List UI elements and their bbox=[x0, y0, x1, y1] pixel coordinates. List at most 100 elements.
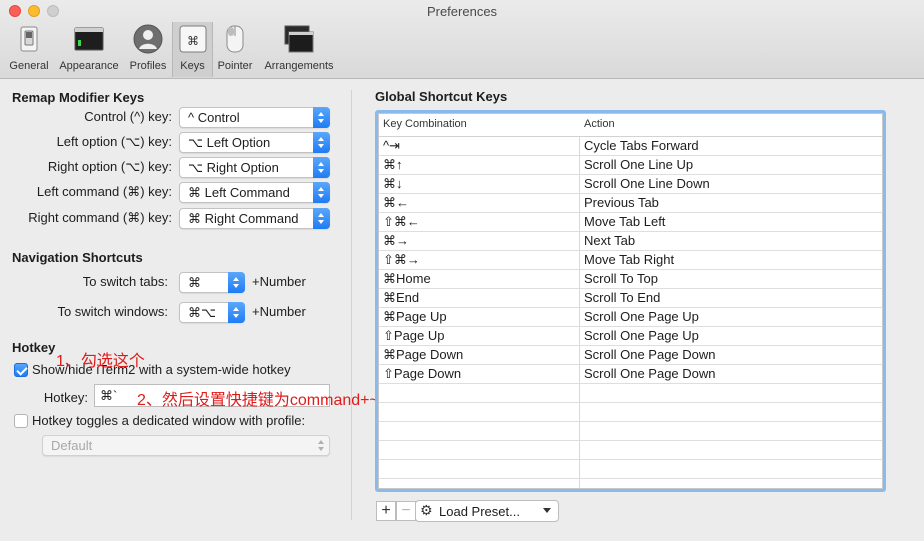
global-shortcuts-table[interactable]: Key Combination Action ^⇥ Cycle Tabs Forw… bbox=[375, 110, 886, 492]
key-combination-cell: ⌘← bbox=[383, 195, 409, 210]
table-row[interactable]: ⌘← Previous Tab bbox=[379, 194, 882, 213]
remap-section-title: Remap Modifier Keys bbox=[12, 90, 145, 105]
table-row[interactable]: ⌘Page Down Scroll One Page Down bbox=[379, 346, 882, 365]
table-row[interactable]: ⌘Page Up Scroll One Page Up bbox=[379, 308, 882, 327]
hotkey-input-value: ⌘` bbox=[100, 388, 118, 403]
table-row[interactable]: ⌘↑ Scroll One Line Up bbox=[379, 156, 882, 175]
switch-windows-label: To switch windows: bbox=[57, 304, 168, 319]
left-option-value: ⌥ Left Option bbox=[188, 135, 271, 150]
annotation-step-1: 1、勾选这个 bbox=[56, 353, 145, 370]
toolbar-appearance-label: Appearance bbox=[59, 60, 119, 72]
key-combination-cell: ⌘→ bbox=[383, 233, 409, 248]
column-header-action[interactable]: Action bbox=[584, 118, 615, 130]
dedicated-window-label: Hotkey toggles a dedicated window with p… bbox=[32, 413, 306, 428]
window-title: Preferences bbox=[426, 4, 498, 19]
left-command-popup[interactable]: ⌘ Left Command bbox=[179, 182, 330, 203]
toolbar-arrangements-label: Arrangements bbox=[264, 60, 334, 72]
table-row[interactable]: ⌘↓ Scroll One Line Down bbox=[379, 175, 882, 194]
key-combination-cell: ⇧⌘→ bbox=[383, 252, 420, 267]
switch-icon bbox=[20, 26, 38, 52]
table-row[interactable]: ⇧Page Down Scroll One Page Down bbox=[379, 365, 882, 384]
panel-divider bbox=[351, 90, 352, 520]
switch-tabs-popup[interactable]: ⌘ bbox=[179, 272, 245, 293]
profile-popup-value: Default bbox=[51, 438, 93, 453]
right-command-label: Right command (⌘) key: bbox=[28, 210, 172, 225]
table-row[interactable]: ⇧⌘→ Move Tab Right bbox=[379, 251, 882, 270]
switch-windows-popup[interactable]: ⌘⌥ bbox=[179, 302, 245, 323]
gear-icon: ⚙ bbox=[420, 502, 433, 518]
table-row[interactable]: ⇧⌘← Move Tab Left bbox=[379, 213, 882, 232]
windows-icon bbox=[284, 25, 314, 53]
switch-windows-value: ⌘⌥ bbox=[188, 305, 216, 320]
right-command-popup[interactable]: ⌘ Right Command bbox=[179, 208, 330, 229]
table-row[interactable] bbox=[379, 441, 882, 460]
switch-tabs-suffix: +Number bbox=[252, 274, 306, 289]
navigation-section-title: Navigation Shortcuts bbox=[12, 250, 143, 265]
right-option-value: ⌥ Right Option bbox=[188, 160, 279, 175]
table-row[interactable] bbox=[379, 460, 882, 479]
remove-shortcut-button[interactable]: − bbox=[396, 501, 416, 521]
monitor-icon bbox=[74, 27, 104, 51]
table-row[interactable]: ⌘Home Scroll To Top bbox=[379, 270, 882, 289]
load-preset-button[interactable]: ⚙ Load Preset... bbox=[415, 500, 559, 522]
popup-arrows-icon bbox=[313, 182, 330, 203]
switch-tabs-value: ⌘ bbox=[188, 275, 201, 290]
table-row[interactable]: ⌘→ Next Tab bbox=[379, 232, 882, 251]
toolbar-pointer[interactable]: Pointer bbox=[213, 22, 257, 77]
key-combination-cell: ⌘Page Up bbox=[383, 309, 447, 324]
action-cell: Scroll To End bbox=[584, 290, 661, 305]
window-titlebar: Preferences General Appearance Profiles … bbox=[0, 0, 924, 79]
action-cell: Scroll One Page Up bbox=[584, 328, 699, 343]
table-row[interactable]: ⇧Page Up Scroll One Page Up bbox=[379, 327, 882, 346]
right-command-value: ⌘ Right Command bbox=[188, 211, 299, 226]
profile-popup[interactable]: Default bbox=[42, 435, 330, 456]
load-preset-label: Load Preset... bbox=[439, 504, 520, 519]
key-combination-cell: ⇧Page Down bbox=[383, 366, 462, 381]
control-key-popup[interactable]: ^ Control bbox=[179, 107, 330, 128]
table-row[interactable] bbox=[379, 422, 882, 441]
table-row[interactable] bbox=[379, 403, 882, 422]
key-combination-cell: ⌘↑ bbox=[383, 157, 403, 172]
mouse-icon bbox=[226, 25, 244, 53]
popup-arrows-icon bbox=[313, 107, 330, 128]
popup-arrows-icon bbox=[313, 435, 330, 456]
table-row[interactable]: ^⇥ Cycle Tabs Forward bbox=[379, 137, 882, 156]
global-shortcuts-table-body: Key Combination Action ^⇥ Cycle Tabs Forw… bbox=[378, 113, 883, 489]
toolbar-profiles[interactable]: Profiles bbox=[126, 22, 170, 77]
left-command-value: ⌘ Left Command bbox=[188, 185, 290, 200]
person-icon bbox=[133, 24, 163, 54]
show-hide-hotkey-checkbox[interactable] bbox=[14, 363, 28, 377]
popup-arrows-icon bbox=[313, 132, 330, 153]
control-key-label: Control (^) key: bbox=[84, 109, 172, 124]
toolbar-general-label: General bbox=[9, 60, 49, 72]
table-header: Key Combination Action bbox=[379, 114, 882, 137]
action-cell: Scroll To Top bbox=[584, 271, 658, 286]
global-section-title: Global Shortcut Keys bbox=[375, 89, 508, 104]
switch-windows-suffix: +Number bbox=[252, 304, 306, 319]
table-row[interactable] bbox=[379, 384, 882, 403]
action-cell: Scroll One Page Up bbox=[584, 309, 699, 324]
toolbar-appearance[interactable]: Appearance bbox=[54, 22, 124, 77]
right-option-popup[interactable]: ⌥ Right Option bbox=[179, 157, 330, 178]
add-shortcut-button[interactable]: + bbox=[376, 501, 396, 521]
column-header-key-combination[interactable]: Key Combination bbox=[383, 118, 467, 130]
toolbar-general[interactable]: General bbox=[6, 22, 52, 77]
action-cell: Scroll One Page Down bbox=[584, 347, 716, 362]
table-row[interactable]: ⌘End Scroll To End bbox=[379, 289, 882, 308]
control-key-value: ^ Control bbox=[188, 110, 240, 125]
key-combination-cell: ⇧⌘← bbox=[383, 214, 420, 229]
toolbar-arrangements[interactable]: Arrangements bbox=[259, 22, 339, 77]
hotkey-section-title: Hotkey bbox=[12, 340, 56, 355]
command-key-icon: ⌘ bbox=[179, 25, 206, 53]
toolbar-keys[interactable]: ⌘ Keys bbox=[172, 22, 213, 77]
key-combination-cell: ⌘End bbox=[383, 290, 420, 305]
left-option-label: Left option (⌥) key: bbox=[56, 134, 172, 149]
action-cell: Cycle Tabs Forward bbox=[584, 138, 699, 153]
switch-tabs-label: To switch tabs: bbox=[82, 274, 168, 289]
key-combination-cell: ⌘Page Down bbox=[383, 347, 464, 362]
dedicated-window-checkbox[interactable] bbox=[14, 414, 28, 428]
toolbar-pointer-label: Pointer bbox=[217, 60, 253, 72]
action-cell: Scroll One Line Up bbox=[584, 157, 694, 172]
popup-arrows-icon bbox=[313, 208, 330, 229]
left-option-popup[interactable]: ⌥ Left Option bbox=[179, 132, 330, 153]
